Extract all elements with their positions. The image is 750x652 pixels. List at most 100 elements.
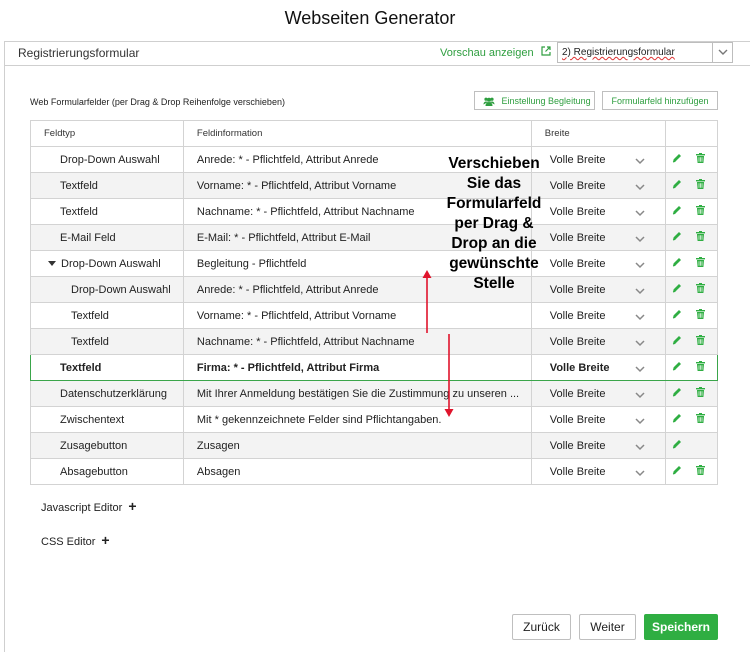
width-select[interactable]: Volle Breite [530,224,667,251]
table-row[interactable]: Zwischentext Mit * gekennzeichnete Felder… [30,406,718,433]
table-row[interactable]: Datenschutzerklärung Mit Ihrer Anmeldung … [30,380,718,407]
table-row[interactable]: Textfeld Firma: * - Pflichtfeld, Attribut… [30,354,718,381]
trash-icon[interactable] [696,205,706,218]
cell-field-info: Nachname: * - Pflichtfeld, Attribut Nach… [182,328,532,355]
cell-field-type: Textfeld [30,354,184,381]
pencil-icon[interactable] [672,309,682,322]
trash-icon[interactable] [696,283,706,296]
width-select[interactable]: Volle Breite [530,406,667,433]
chevron-down-icon[interactable] [635,286,645,298]
table-row[interactable]: Textfeld Nachname: * - Pflichtfeld, Attri… [30,198,718,225]
drag-drop-hint: Verschieben Sie das Formularfeld per Dra… [446,155,542,292]
trash-icon[interactable] [696,153,706,166]
trash-icon[interactable] [696,335,706,348]
width-select[interactable]: Volle Breite [530,198,667,225]
width-select-value: Volle Breite [549,387,606,400]
chevron-down-icon[interactable] [635,338,645,350]
pencil-icon[interactable] [672,387,682,400]
width-select[interactable]: Volle Breite [530,354,667,381]
chevron-down-icon[interactable] [635,468,645,480]
accompaniment-settings-button[interactable]: Einstellung Begleitung [474,91,595,110]
chevron-down-icon[interactable] [635,442,645,454]
collapse-caret-icon[interactable] [48,260,56,266]
trash-icon[interactable] [696,387,706,400]
pencil-icon[interactable] [672,439,682,452]
cell-field-type: E-Mail Feld [30,224,184,251]
width-select[interactable]: Volle Breite [530,380,667,407]
chevron-down-icon[interactable] [712,43,732,62]
chevron-down-icon[interactable] [635,390,645,402]
back-button[interactable]: Zurück [512,614,571,640]
table-row[interactable]: Drop-Down Auswahl Anrede: * - Pflichtfeld… [30,276,718,303]
chevron-down-icon[interactable] [635,208,645,220]
cell-actions [665,380,718,407]
width-select[interactable]: Volle Breite [530,302,667,329]
chevron-down-icon[interactable] [635,416,645,428]
chevron-down-icon[interactable] [635,364,645,376]
trash-icon[interactable] [696,309,706,322]
field-type-label: Drop-Down Auswahl [60,153,160,166]
table-row[interactable]: Absagebutton Absagen Volle Breite [30,458,718,485]
width-select-value: Volle Breite [549,361,610,374]
css-editor-toggle[interactable]: CSS Editor + [41,532,110,548]
width-select[interactable]: Volle Breite [530,328,667,355]
field-type-label: Textfeld [60,361,102,374]
javascript-editor-toggle[interactable]: Javascript Editor + [41,498,137,514]
javascript-editor-label: Javascript Editor [41,502,123,514]
form-select[interactable]: 2) Registrierungsformular [557,42,733,63]
trash-icon[interactable] [696,179,706,192]
form-topbar: Registrierungsformular Vorschau anzeigen… [4,41,750,66]
width-select[interactable]: Volle Breite [530,146,667,173]
field-type-label: Absagebutton [60,465,128,478]
header-field-type: Feldtyp [30,120,184,147]
width-select[interactable]: Volle Breite [530,172,667,199]
cell-field-type: Absagebutton [30,458,184,485]
table-row[interactable]: Textfeld Vorname: * - Pflichtfeld, Attrib… [30,302,718,329]
table-row[interactable]: Textfeld Nachname: * - Pflichtfeld, Attri… [30,328,718,355]
chevron-down-icon[interactable] [635,156,645,168]
width-select[interactable]: Volle Breite [530,458,667,485]
users-icon [483,96,502,106]
width-select[interactable]: Volle Breite [530,432,667,459]
trash-icon[interactable] [696,231,706,244]
pencil-icon[interactable] [672,205,682,218]
arrow-down-icon [444,334,454,417]
pencil-icon[interactable] [672,257,682,270]
chevron-down-icon[interactable] [635,234,645,246]
cell-field-type: Drop-Down Auswahl [30,250,184,277]
chevron-down-icon[interactable] [635,312,645,324]
preview-link[interactable]: Vorschau anzeigen [440,46,551,59]
trash-icon[interactable] [696,465,706,478]
pencil-icon[interactable] [672,335,682,348]
add-field-button[interactable]: Formularfeld hinzufügen [602,91,718,110]
pencil-icon[interactable] [672,283,682,296]
chevron-down-icon[interactable] [635,260,645,272]
trash-icon[interactable] [696,413,706,426]
width-select[interactable]: Volle Breite [530,276,667,303]
width-select-value: Volle Breite [549,231,606,244]
width-select-value: Volle Breite [549,413,606,426]
width-select[interactable]: Volle Breite [530,250,667,277]
trash-icon[interactable] [696,257,706,270]
table-row[interactable]: Textfeld Vorname: * - Pflichtfeld, Attrib… [30,172,718,199]
cell-actions [665,276,718,303]
width-select-value: Volle Breite [549,153,606,166]
pencil-icon[interactable] [672,465,682,478]
app-title: Webseiten Generator [284,8,456,28]
field-type-label: E-Mail Feld [60,231,116,244]
pencil-icon[interactable] [672,153,682,166]
save-button[interactable]: Speichern [644,614,718,640]
table-row[interactable]: Drop-Down Auswahl Begleitung - Pflichtfel… [30,250,718,277]
table-row[interactable]: Drop-Down Auswahl Anrede: * - Pflichtfeld… [30,146,718,173]
table-row[interactable]: E-Mail Feld E-Mail: * - Pflichtfeld, Attr… [30,224,718,251]
cell-actions [665,302,718,329]
pencil-icon[interactable] [672,179,682,192]
trash-icon[interactable] [696,361,706,374]
cell-field-info: Zusagen [182,432,532,459]
pencil-icon[interactable] [672,413,682,426]
table-row[interactable]: Zusagebutton Zusagen Volle Breite [30,432,718,459]
pencil-icon[interactable] [672,231,682,244]
chevron-down-icon[interactable] [635,182,645,194]
pencil-icon[interactable] [672,361,682,374]
next-button[interactable]: Weiter [579,614,636,640]
